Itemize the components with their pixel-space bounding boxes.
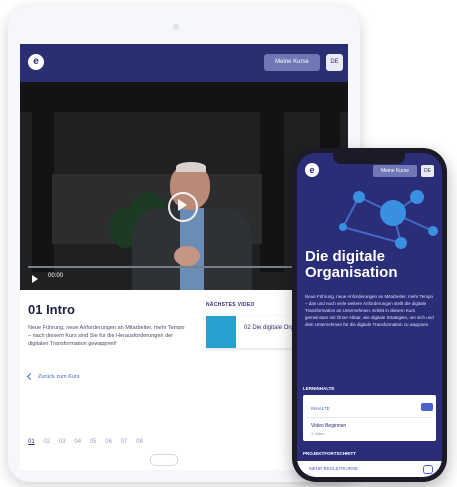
network-node — [395, 237, 407, 249]
phone-screen: e Meine Kurse DE Die digitale Organisati… — [297, 153, 442, 477]
network-node — [428, 226, 438, 236]
course-description: Neue Führung, neue Anforderungen an Mita… — [305, 294, 434, 327]
course-title: Die digitale Organisation — [305, 248, 398, 281]
page-link[interactable]: 08 — [136, 439, 147, 445]
network-node — [410, 190, 424, 204]
contents-card-heading: INHALTE — [311, 406, 330, 411]
language-button[interactable]: DE — [421, 165, 434, 177]
lesson-pagination: 01 02 03 04 05 06 07 08 — [28, 430, 147, 448]
page-link[interactable]: 03 — [59, 439, 70, 445]
next-video-thumbnail — [206, 316, 236, 348]
contents-card[interactable]: INHALTE Video Beginnen 1 Video — [303, 395, 436, 441]
page-link[interactable]: 04 — [74, 439, 85, 445]
small-play-icon[interactable] — [32, 275, 38, 283]
start-video-item[interactable]: Video Beginnen — [311, 423, 346, 429]
network-node — [339, 223, 347, 231]
more-courses-link[interactable]: MEHR BEGLEITKURSE — [309, 466, 358, 471]
page-link[interactable]: 01 — [28, 439, 39, 445]
video-pillar — [32, 102, 54, 272]
my-courses-button[interactable]: Meine Kurse — [264, 54, 320, 71]
language-button[interactable]: DE — [326, 54, 343, 71]
contents-section-label: LERNINHALTE — [303, 386, 335, 391]
back-arrow-icon — [26, 372, 35, 381]
page-link[interactable]: 05 — [90, 439, 101, 445]
video-icon — [421, 403, 433, 411]
speaker-hair — [176, 162, 206, 172]
network-node — [353, 191, 365, 203]
video-pillar — [260, 102, 284, 272]
progress-section-label: PROJEKTFORTSCHRITT — [303, 451, 357, 456]
video-time: 00:00 — [48, 273, 64, 279]
video-count: 1 Video — [311, 431, 325, 436]
lesson-title: 01 Intro — [28, 302, 75, 317]
tablet-home-button — [150, 454, 178, 466]
my-courses-button[interactable]: Meine Kurse — [373, 165, 417, 177]
logo-icon[interactable]: e — [305, 163, 319, 177]
play-icon — [178, 199, 187, 211]
back-to-course-link[interactable]: Zurück zum Kurs — [38, 374, 80, 380]
lesson-description: Neue Führung, neue Anforderungen an Mita… — [28, 325, 185, 347]
video-ceiling — [20, 82, 348, 112]
page-link[interactable]: 06 — [105, 439, 116, 445]
more-courses-bar[interactable]: MEHR BEGLEITKURSE — [297, 461, 442, 477]
next-video-label: NÄCHSTES VIDEO — [206, 302, 255, 308]
tablet-header: e Meine Kurse DE — [20, 44, 348, 82]
divider — [307, 417, 432, 418]
page-link[interactable]: 02 — [43, 439, 54, 445]
page-link[interactable]: 07 — [121, 439, 132, 445]
phone-notch — [333, 152, 405, 164]
logo-icon[interactable]: e — [28, 54, 44, 70]
speaker-hand — [174, 246, 200, 266]
network-node — [380, 200, 406, 226]
tablet-camera — [173, 24, 179, 30]
chat-icon[interactable] — [423, 465, 433, 474]
